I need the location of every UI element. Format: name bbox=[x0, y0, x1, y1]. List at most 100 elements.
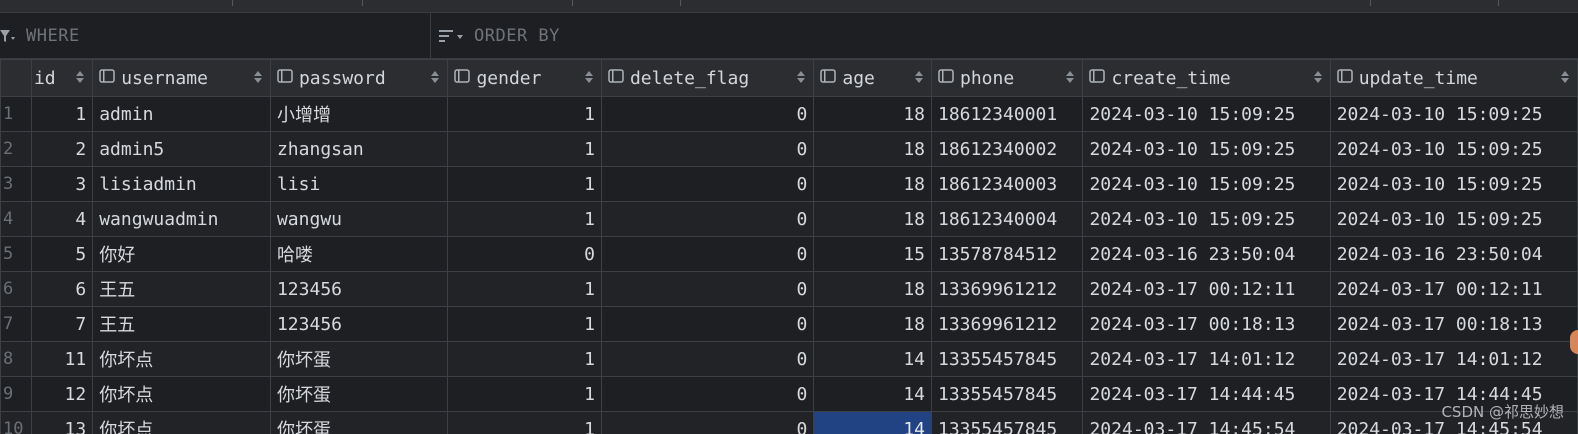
cell-username[interactable]: 你好 bbox=[92, 236, 271, 272]
cell-password[interactable]: lisi bbox=[269, 166, 449, 202]
cell-password[interactable]: 你坏蛋 bbox=[269, 411, 449, 434]
cell-username[interactable]: wangwuadmin bbox=[92, 201, 271, 237]
cell-delete-flag[interactable]: 0 bbox=[600, 166, 815, 202]
cell-password[interactable]: 123456 bbox=[269, 271, 449, 307]
cell-age[interactable]: 14 bbox=[813, 411, 932, 434]
cell-age[interactable]: 14 bbox=[813, 341, 932, 377]
column-header-phone[interactable]: phone bbox=[930, 59, 1084, 97]
cell-gender[interactable]: 1 bbox=[447, 341, 602, 377]
cell-delete-flag[interactable]: 0 bbox=[600, 411, 815, 434]
cell-phone[interactable]: 13369961212 bbox=[930, 271, 1084, 307]
column-header-id[interactable]: id bbox=[30, 59, 94, 97]
cell-update-time[interactable]: 2024-03-10 15:09:25 bbox=[1329, 166, 1578, 202]
cell-create-time[interactable]: 2024-03-17 14:44:45 bbox=[1082, 376, 1331, 412]
cell-gender[interactable]: 1 bbox=[447, 306, 602, 342]
column-header-update-time[interactable]: update_time bbox=[1329, 59, 1578, 97]
cell-password[interactable]: 小增增 bbox=[269, 96, 449, 132]
sort-arrows-icon[interactable] bbox=[431, 70, 440, 84]
cell-phone[interactable]: 13355457845 bbox=[930, 341, 1084, 377]
cell-update-time[interactable]: 2024-03-10 15:09:25 bbox=[1329, 201, 1578, 237]
cell-id[interactable]: 11 bbox=[30, 341, 94, 377]
cell-create-time[interactable]: 2024-03-17 00:12:11 bbox=[1082, 271, 1331, 307]
cell-gender[interactable]: 1 bbox=[447, 131, 602, 167]
column-header-age[interactable]: age bbox=[813, 59, 932, 97]
cell-username[interactable]: lisiadmin bbox=[92, 166, 271, 202]
cell-age[interactable]: 18 bbox=[813, 166, 932, 202]
cell-id[interactable]: 2 bbox=[30, 131, 94, 167]
cell-username[interactable]: 王五 bbox=[92, 306, 271, 342]
cell-update-time[interactable]: 2024-03-17 00:18:13 bbox=[1329, 306, 1578, 342]
cell-phone[interactable]: 18612340001 bbox=[930, 96, 1084, 132]
row-number[interactable]: 6 bbox=[0, 271, 32, 307]
cell-update-time[interactable]: 2024-03-16 23:50:04 bbox=[1329, 236, 1578, 272]
cell-create-time[interactable]: 2024-03-16 23:50:04 bbox=[1082, 236, 1331, 272]
cell-create-time[interactable]: 2024-03-17 14:45:54 bbox=[1082, 411, 1331, 434]
cell-delete-flag[interactable]: 0 bbox=[600, 201, 815, 237]
cell-gender[interactable]: 1 bbox=[447, 411, 602, 434]
cell-create-time[interactable]: 2024-03-10 15:09:25 bbox=[1082, 201, 1331, 237]
cell-create-time[interactable]: 2024-03-17 14:01:12 bbox=[1082, 341, 1331, 377]
cell-delete-flag[interactable]: 0 bbox=[600, 131, 815, 167]
cell-username[interactable]: 你坏点 bbox=[92, 376, 271, 412]
cell-age[interactable]: 14 bbox=[813, 376, 932, 412]
row-number[interactable]: 7 bbox=[0, 306, 32, 342]
cell-username[interactable]: admin5 bbox=[92, 131, 271, 167]
cell-password[interactable]: 你坏蛋 bbox=[269, 341, 449, 377]
table-row[interactable]: 10 13 你坏点 你坏蛋 1 0 14 13355457845 2024-03-17 14:4… bbox=[0, 411, 1578, 434]
order-by-input[interactable]: ORDER BY bbox=[431, 13, 1578, 58]
table-row[interactable]: 1 1 admin 小增增 1 0 18 18612340001 2024-03-10 15:0… bbox=[0, 96, 1578, 132]
row-number[interactable]: 9 bbox=[0, 376, 32, 412]
cell-gender[interactable]: 1 bbox=[447, 96, 602, 132]
sort-arrows-icon[interactable] bbox=[1066, 70, 1075, 84]
sort-lines-icon[interactable] bbox=[439, 30, 465, 44]
cell-id[interactable]: 12 bbox=[30, 376, 94, 412]
cell-delete-flag[interactable]: 0 bbox=[600, 376, 815, 412]
cell-phone[interactable]: 13369961212 bbox=[930, 306, 1084, 342]
cell-username[interactable]: 你坏点 bbox=[92, 411, 271, 434]
row-number[interactable]: 3 bbox=[0, 166, 32, 202]
cell-username[interactable]: admin bbox=[92, 96, 271, 132]
row-number[interactable]: 10 bbox=[0, 411, 32, 434]
cell-phone[interactable]: 18612340003 bbox=[930, 166, 1084, 202]
cell-gender[interactable]: 1 bbox=[447, 166, 602, 202]
cell-delete-flag[interactable]: 0 bbox=[600, 96, 815, 132]
cell-phone[interactable]: 13355457845 bbox=[930, 411, 1084, 434]
cell-update-time[interactable]: 2024-03-10 15:09:25 bbox=[1329, 131, 1578, 167]
table-row[interactable]: 9 12 你坏点 你坏蛋 1 0 14 13355457845 2024-03-17 14:44… bbox=[0, 376, 1578, 412]
floating-assistant-handle[interactable] bbox=[1570, 330, 1578, 354]
cell-delete-flag[interactable]: 0 bbox=[600, 236, 815, 272]
cell-password[interactable]: 你坏蛋 bbox=[269, 376, 449, 412]
cell-create-time[interactable]: 2024-03-10 15:09:25 bbox=[1082, 166, 1331, 202]
cell-gender[interactable]: 0 bbox=[447, 236, 602, 272]
table-row[interactable]: 6 6 王五 123456 1 0 18 13369961212 2024-03-17 00:1… bbox=[0, 271, 1578, 307]
cell-create-time[interactable]: 2024-03-17 00:18:13 bbox=[1082, 306, 1331, 342]
column-header-username[interactable]: username bbox=[92, 59, 271, 97]
sort-arrows-icon[interactable] bbox=[76, 70, 85, 84]
column-header-create-time[interactable]: create_time bbox=[1082, 59, 1331, 97]
cell-update-time[interactable]: 2024-03-10 15:09:25 bbox=[1329, 96, 1578, 132]
cell-phone[interactable]: 18612340004 bbox=[930, 201, 1084, 237]
cell-delete-flag[interactable]: 0 bbox=[600, 306, 815, 342]
sort-arrows-icon[interactable] bbox=[1561, 70, 1569, 84]
cell-id[interactable]: 1 bbox=[30, 96, 94, 132]
cell-gender[interactable]: 1 bbox=[447, 201, 602, 237]
sort-arrows-icon[interactable] bbox=[584, 70, 593, 84]
row-number[interactable]: 2 bbox=[0, 131, 32, 167]
row-number[interactable]: 1 bbox=[0, 96, 32, 132]
column-header-gender[interactable]: gender bbox=[447, 59, 602, 97]
cell-password[interactable]: 哈喽 bbox=[269, 236, 449, 272]
table-row[interactable]: 5 5 你好 哈喽 0 0 15 13578784512 2024-03-16 23:50:04… bbox=[0, 236, 1578, 272]
cell-password[interactable]: 123456 bbox=[269, 306, 449, 342]
cell-age[interactable]: 18 bbox=[813, 271, 932, 307]
table-row[interactable]: 2 2 admin5 zhangsan 1 0 18 18612340002 2024-03-1… bbox=[0, 131, 1578, 167]
cell-delete-flag[interactable]: 0 bbox=[600, 341, 815, 377]
row-number[interactable]: 8 bbox=[0, 341, 32, 377]
column-header-password[interactable]: password bbox=[269, 59, 449, 97]
cell-username[interactable]: 你坏点 bbox=[92, 341, 271, 377]
cell-id[interactable]: 13 bbox=[30, 411, 94, 434]
cell-create-time[interactable]: 2024-03-10 15:09:25 bbox=[1082, 131, 1331, 167]
table-row[interactable]: 8 11 你坏点 你坏蛋 1 0 14 13355457845 2024-03-17 14:01… bbox=[0, 341, 1578, 377]
cell-id[interactable]: 7 bbox=[30, 306, 94, 342]
cell-id[interactable]: 3 bbox=[30, 166, 94, 202]
cell-username[interactable]: 王五 bbox=[92, 271, 271, 307]
